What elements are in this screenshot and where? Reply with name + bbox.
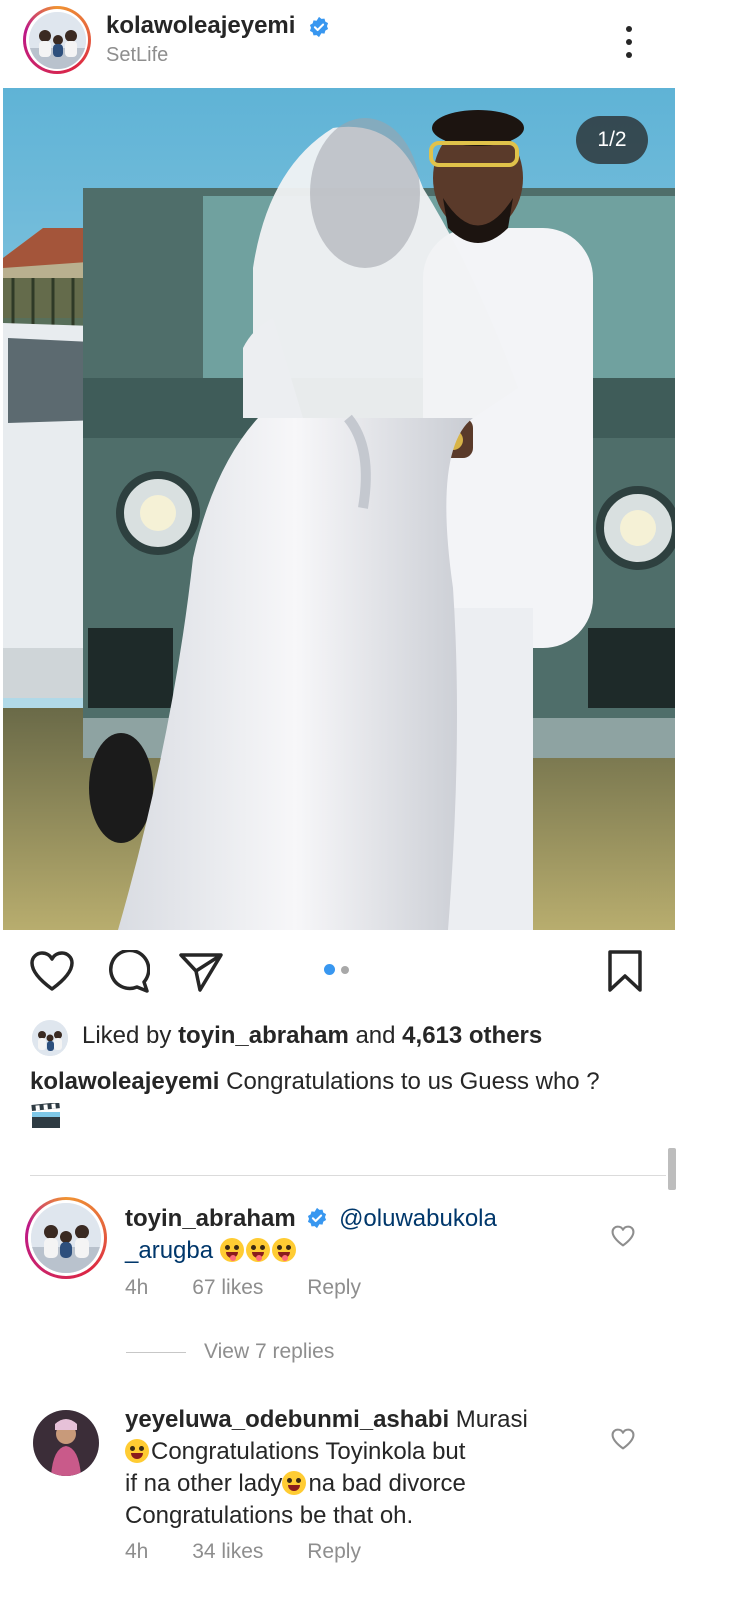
comment-text: Murasi: [455, 1406, 528, 1433]
heart-icon[interactable]: [29, 950, 75, 992]
comment-likes[interactable]: 34 likes: [192, 1540, 263, 1563]
carousel-dot: [341, 965, 349, 974]
carousel-indicator: [324, 964, 349, 975]
comment-body: toyin_abraham @oluwabukola _arugba: [125, 1203, 595, 1267]
post-caption: kolawoleajeyemi Congratulations to us Gu…: [30, 1067, 680, 1097]
crazy-face-emoji-icon: [219, 1237, 298, 1264]
comment-text: if na other lady: [125, 1470, 283, 1497]
comment-text: Congratulations be that oh.: [125, 1502, 414, 1529]
comment-mention[interactable]: @oluwabukola: [339, 1205, 497, 1232]
view-replies-label[interactable]: View 7 replies: [204, 1340, 334, 1364]
joy-emoji-icon: [282, 1471, 307, 1495]
liked-by-avatar[interactable]: [32, 1020, 68, 1056]
comment-time: 4h: [125, 1540, 149, 1563]
comments-divider: [30, 1175, 666, 1176]
more-options-icon[interactable]: [614, 22, 644, 62]
wedding-photo-illustration: [3, 88, 675, 930]
comment-username[interactable]: yeyeluwa_odebunmi_ashabi: [125, 1406, 449, 1433]
post-photo[interactable]: [3, 88, 675, 930]
comment-like-heart-icon[interactable]: [611, 1225, 635, 1247]
liked-by-user[interactable]: toyin_abraham: [178, 1022, 349, 1049]
comment-meta: 4h 67 likes Reply: [125, 1276, 399, 1300]
comment-meta: 4h 34 likes Reply: [125, 1540, 399, 1564]
post-username[interactable]: kolawoleajeyemi: [106, 12, 330, 40]
verified-badge-icon: [310, 16, 329, 37]
comment-reply-button[interactable]: Reply: [307, 1276, 361, 1299]
comment-mention-cont[interactable]: _arugba: [125, 1237, 213, 1264]
comment-text: na bad divorce: [308, 1470, 466, 1497]
comment-icon[interactable]: [104, 950, 150, 994]
view-replies-button[interactable]: View 7 replies: [126, 1340, 334, 1364]
caption-username[interactable]: kolawoleajeyemi: [30, 1068, 219, 1095]
clapper-board-emoji-icon: [31, 1103, 60, 1128]
comment-avatar[interactable]: [25, 1197, 107, 1279]
profile-avatar[interactable]: [23, 6, 91, 74]
caption-text: Congratulations to us Guess who ?: [226, 1068, 600, 1095]
joy-emoji-icon: [125, 1439, 149, 1463]
bookmark-icon[interactable]: [606, 949, 644, 993]
comment-likes[interactable]: 67 likes: [192, 1276, 263, 1299]
username-text[interactable]: kolawoleajeyemi: [106, 12, 295, 39]
comment-reply-button[interactable]: Reply: [307, 1540, 361, 1563]
comment-username[interactable]: toyin_abraham: [125, 1205, 296, 1232]
liked-by-and: and: [355, 1022, 396, 1049]
share-icon[interactable]: [178, 951, 224, 993]
comment-time: 4h: [125, 1276, 149, 1299]
scrollbar[interactable]: [668, 1148, 676, 1190]
comment-body: yeyeluwa_odebunmi_ashabi Murasi Congratu…: [125, 1404, 595, 1532]
liked-by-prefix: Liked by: [82, 1022, 172, 1049]
liked-by-others-count[interactable]: 4,613 others: [402, 1022, 542, 1049]
post-location[interactable]: SetLife: [106, 44, 168, 67]
view-replies-line: [126, 1351, 186, 1353]
liked-by-text[interactable]: Liked by toyin_abraham and 4,613 others: [82, 1022, 542, 1050]
comment-like-heart-icon[interactable]: [611, 1428, 635, 1450]
comment-avatar[interactable]: [33, 1410, 99, 1476]
photo-counter-badge: 1/2: [576, 116, 648, 164]
comment-text: Congratulations Toyinkola but: [151, 1438, 466, 1465]
carousel-dot-active: [324, 964, 335, 975]
verified-badge-icon: [308, 1207, 327, 1229]
